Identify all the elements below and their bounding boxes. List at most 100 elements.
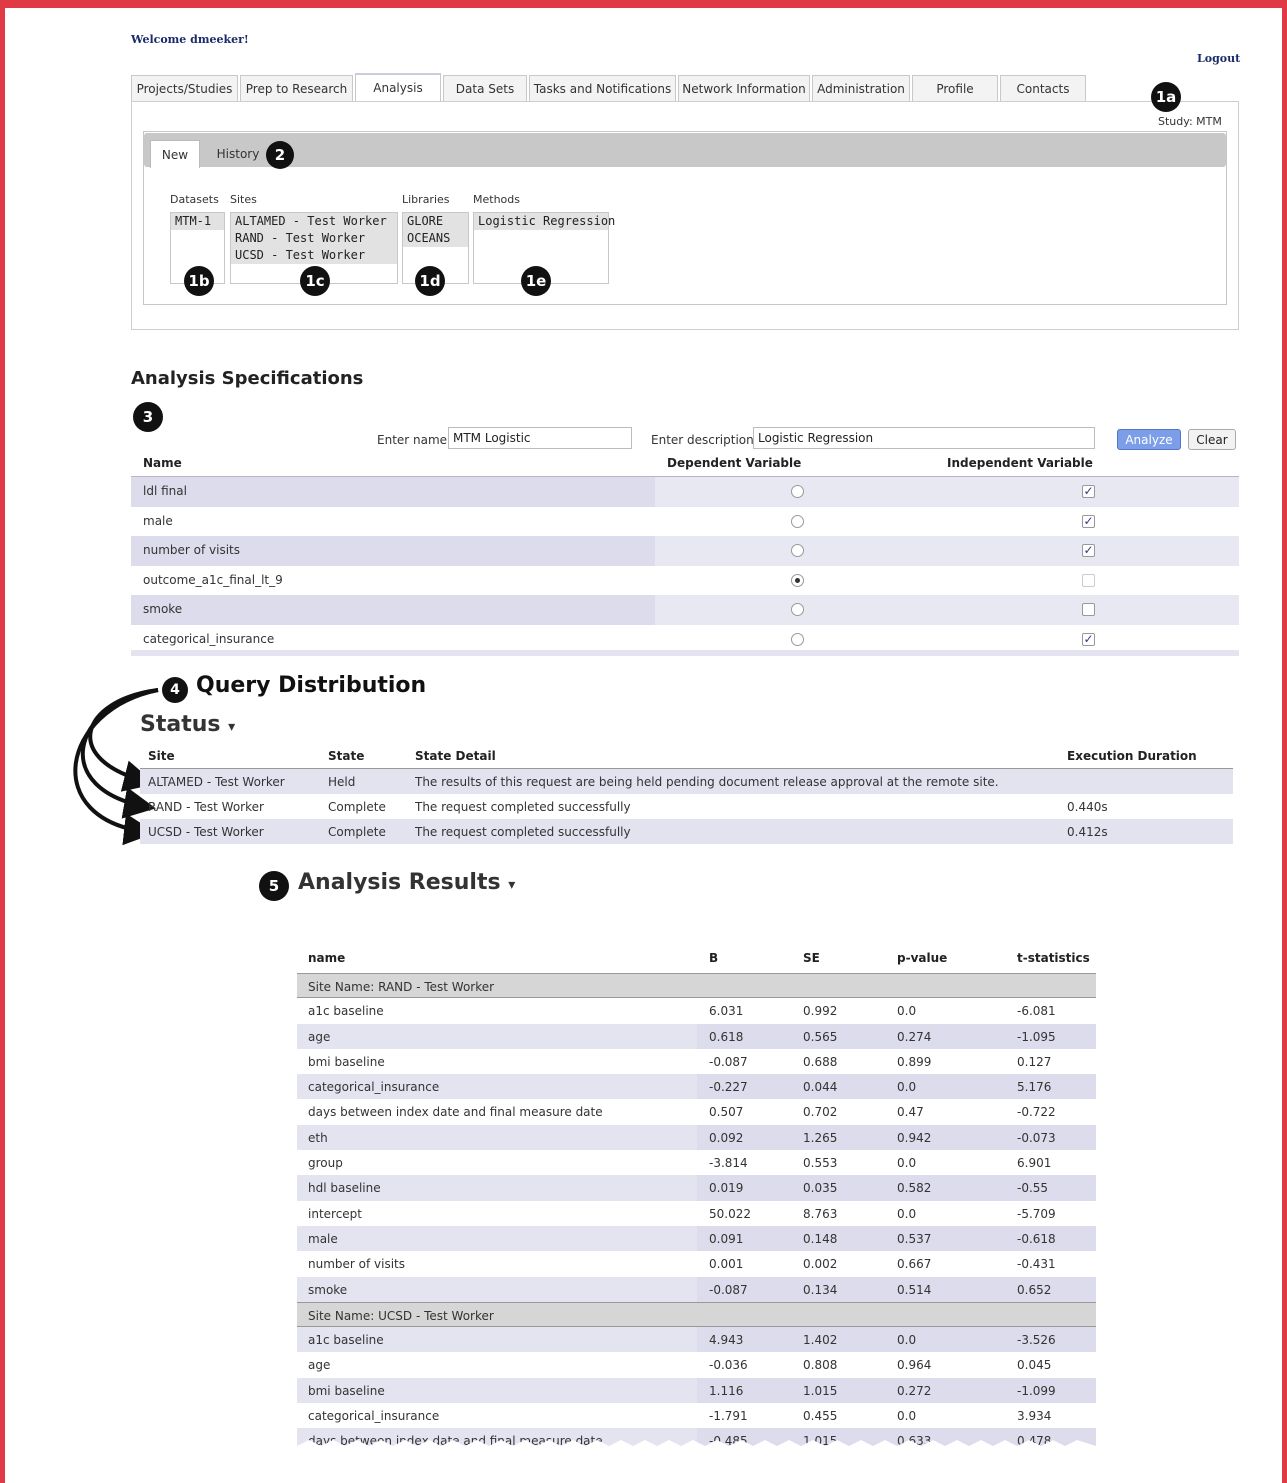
dependent-radio[interactable] xyxy=(791,603,804,616)
result-name: age xyxy=(308,1029,331,1044)
status-state: Complete xyxy=(328,825,386,839)
result-p: 0.0 xyxy=(897,1409,917,1424)
dependent-radio[interactable] xyxy=(791,573,804,587)
independent-checkbox[interactable]: ✓ xyxy=(1082,485,1095,498)
library-option-glore[interactable]: GLORE xyxy=(403,213,468,230)
analysis-description-input[interactable]: Logistic Regression xyxy=(753,427,1095,449)
status-state: Held xyxy=(328,775,356,789)
callout-1a: 1a xyxy=(1151,82,1181,112)
result-name: smoke xyxy=(308,1282,348,1297)
analyze-button[interactable]: Analyze xyxy=(1117,429,1181,450)
dependent-radio[interactable] xyxy=(791,514,804,528)
site-option-altamed[interactable]: ALTAMED - Test Worker xyxy=(231,213,397,230)
result-t: 0.045 xyxy=(1017,1358,1052,1373)
dependent-radio[interactable] xyxy=(791,632,804,646)
tab-contacts[interactable]: Contacts xyxy=(1000,75,1086,101)
result-name: days between index date and final measur… xyxy=(308,1105,603,1120)
variable-row: male ✓ xyxy=(131,506,1239,536)
tab-prep-to-research[interactable]: Prep to Research xyxy=(240,75,353,101)
tab-network-information[interactable]: Network Information xyxy=(678,75,810,101)
analysis-name-input[interactable]: MTM Logistic xyxy=(448,427,632,449)
clear-button[interactable]: Clear xyxy=(1188,429,1236,450)
status-row: RAND - Test Worker Complete The request … xyxy=(140,794,1233,819)
group-label: Site Name: RAND - Test Worker xyxy=(308,980,495,994)
independent-checkbox[interactable] xyxy=(1082,603,1095,616)
result-t: -0.431 xyxy=(1017,1257,1056,1272)
method-option-logistic[interactable]: Logistic Regression xyxy=(474,213,615,230)
dependent-radio[interactable] xyxy=(791,485,804,498)
result-se: 0.553 xyxy=(803,1156,838,1171)
result-se: 0.134 xyxy=(803,1282,838,1297)
result-p: 0.274 xyxy=(897,1029,932,1044)
callout-2: 2 xyxy=(266,141,294,169)
result-se: 0.002 xyxy=(803,1257,838,1272)
result-name: age xyxy=(308,1358,331,1373)
results-col-name: name xyxy=(308,951,346,965)
tab-data-sets[interactable]: Data Sets xyxy=(443,75,527,101)
tab-administration[interactable]: Administration xyxy=(812,75,910,101)
col-header-state-detail: State Detail xyxy=(415,749,496,763)
independent-checkbox[interactable]: ✓ xyxy=(1082,632,1095,646)
independent-checkbox[interactable]: ✓ xyxy=(1082,514,1095,528)
group-label: Site Name: UCSD - Test Worker xyxy=(308,1308,494,1323)
results-row: bmi baseline 1.116 1.015 0.272 -1.099 xyxy=(297,1377,1096,1404)
callout-1e: 1e xyxy=(521,266,551,296)
tab-tasks-notifications[interactable]: Tasks and Notifications xyxy=(529,75,676,101)
result-t: -0.722 xyxy=(1017,1105,1056,1120)
results-row: number of visits 0.001 0.002 0.667 -0.43… xyxy=(297,1251,1096,1277)
analysis-results-title[interactable]: Analysis Results ▾ xyxy=(298,870,515,895)
col-header-execution-duration: Execution Duration xyxy=(1067,749,1197,763)
results-row: days between index date and final measur… xyxy=(297,1099,1096,1125)
result-se: 0.455 xyxy=(803,1409,838,1424)
result-t: -6.081 xyxy=(1017,1004,1056,1019)
status-table: ALTAMED - Test Worker Held The results o… xyxy=(140,768,1233,844)
variable-name: outcome_a1c_final_lt_9 xyxy=(143,572,283,587)
variable-row: ldl final ✓ xyxy=(131,477,1239,507)
welcome-message: Welcome dmeeker! xyxy=(131,33,249,46)
results-col-b: B xyxy=(709,951,719,965)
tab-analysis[interactable]: Analysis xyxy=(355,73,441,101)
variable-name: smoke xyxy=(143,602,183,616)
tab-projects-studies[interactable]: Projects/Studies xyxy=(131,75,238,101)
status-duration: 0.412s xyxy=(1067,825,1108,839)
chevron-down-icon: ▾ xyxy=(508,877,516,893)
tab-profile[interactable]: Profile xyxy=(912,75,998,101)
dependent-radio[interactable] xyxy=(791,544,804,557)
independent-checkbox[interactable] xyxy=(1082,573,1095,587)
results-row: a1c baseline 6.031 0.992 0.0 -6.081 xyxy=(297,998,1096,1024)
result-name: bmi baseline xyxy=(308,1383,385,1398)
results-group-header: Site Name: UCSD - Test Worker xyxy=(297,1301,1096,1328)
results-row: age 0.618 0.565 0.274 -1.095 xyxy=(297,1023,1096,1049)
results-row: smoke -0.087 0.134 0.514 0.652 xyxy=(297,1276,1096,1302)
site-option-rand[interactable]: RAND - Test Worker xyxy=(231,230,397,247)
variable-name: ldl final xyxy=(143,484,187,498)
library-option-oceans[interactable]: OCEANS xyxy=(403,230,468,247)
status-state: Complete xyxy=(328,800,386,814)
subtab-history[interactable]: History xyxy=(210,140,266,168)
results-row: group -3.814 0.553 0.0 6.901 xyxy=(297,1150,1096,1176)
result-p: 0.0 xyxy=(897,1156,917,1171)
variables-table: ldl final ✓ male ✓ number of visits ✓ ou… xyxy=(131,476,1239,654)
result-se: 1.015 xyxy=(803,1383,838,1398)
results-row: age -0.036 0.808 0.964 0.045 xyxy=(297,1352,1096,1378)
result-b: 0.091 xyxy=(709,1231,744,1246)
status-row: ALTAMED - Test Worker Held The results o… xyxy=(140,769,1233,794)
result-name: categorical_insurance xyxy=(308,1409,440,1424)
methods-label: Methods xyxy=(473,193,520,206)
result-p: 0.537 xyxy=(897,1231,932,1246)
independent-checkbox[interactable]: ✓ xyxy=(1082,544,1095,557)
result-name: number of visits xyxy=(308,1257,406,1272)
result-b: -0.087 xyxy=(709,1054,748,1069)
result-se: 0.688 xyxy=(803,1054,838,1069)
result-t: -3.526 xyxy=(1017,1333,1056,1348)
dataset-option[interactable]: MTM-1 xyxy=(171,213,224,230)
result-p: 0.272 xyxy=(897,1383,932,1398)
result-b: -1.791 xyxy=(709,1409,748,1424)
logout-link[interactable]: Logout xyxy=(1197,52,1240,65)
status-duration: 0.440s xyxy=(1067,800,1108,814)
site-option-ucsd[interactable]: UCSD - Test Worker xyxy=(231,247,397,264)
subtab-new[interactable]: New xyxy=(150,140,200,168)
result-t: 6.901 xyxy=(1017,1156,1052,1171)
result-t: -5.709 xyxy=(1017,1206,1056,1221)
result-t: -1.095 xyxy=(1017,1029,1056,1044)
